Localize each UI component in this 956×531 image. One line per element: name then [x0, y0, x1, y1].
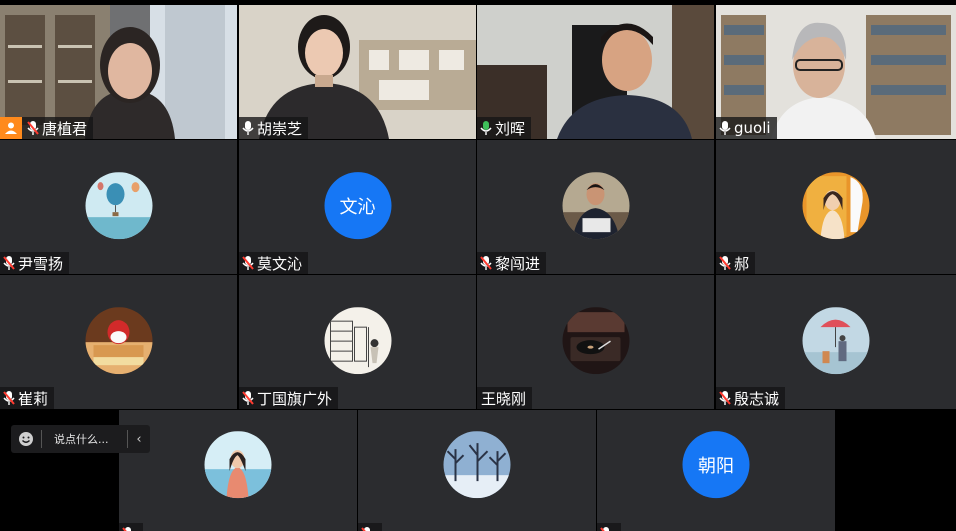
- participant-name: guoli: [734, 119, 771, 137]
- mic-icon: [242, 121, 254, 135]
- mic-muted-icon: [361, 527, 370, 531]
- participant-name-tag: 郝: [716, 252, 756, 274]
- chevron-left-icon[interactable]: ‹: [128, 432, 150, 447]
- participant-name-tag: 殷志诚: [716, 387, 786, 409]
- participant-name-tag: 丁国旗广外: [239, 387, 339, 409]
- mic-muted-icon: [719, 256, 731, 270]
- participant-tile[interactable]: 文沁 莫文沁: [239, 140, 476, 274]
- participant-name-tag: 黎闯进: [477, 252, 547, 274]
- participant-tile[interactable]: 郝: [716, 140, 956, 274]
- participant-name-tag: [358, 523, 382, 531]
- participant-tile[interactable]: 尹雪扬: [0, 140, 237, 274]
- participant-name: 王晓刚: [481, 389, 527, 408]
- participant-name: 莫文沁: [257, 254, 303, 273]
- participant-name-tag: [597, 523, 621, 531]
- chat-bar[interactable]: 说点什么... ‹: [11, 425, 150, 453]
- avatar-umbrella-painting: [802, 307, 870, 375]
- participant-name-tag: 刘晖: [477, 117, 532, 139]
- participant-name-tag: 莫文沁: [239, 252, 309, 274]
- participant-tile[interactable]: [358, 410, 596, 531]
- participant-tile[interactable]: 崔莉: [0, 275, 237, 409]
- avatar-turntable: [562, 307, 629, 375]
- participant-name-tag: [119, 523, 143, 531]
- participant-name-tag: 唐植君: [0, 117, 94, 139]
- participant-name: 丁国旗广外: [257, 389, 333, 408]
- avatar-sketch-library: [324, 307, 391, 375]
- host-person-icon: [0, 117, 22, 139]
- participant-name: 唐植君: [42, 119, 88, 138]
- mic-muted-icon: [480, 256, 492, 270]
- text-avatar: 朝阳: [682, 431, 750, 499]
- participant-name: 崔莉: [18, 389, 49, 408]
- participant-name-tag: 王晓刚: [477, 387, 533, 409]
- participant-tile[interactable]: 黎闯进: [477, 140, 714, 274]
- participant-tile[interactable]: 王晓刚: [477, 275, 714, 409]
- participant-name: 尹雪扬: [18, 254, 64, 273]
- participant-name: 黎闯进: [495, 254, 541, 273]
- mic-muted-icon: [242, 391, 254, 405]
- avatar-girl-seaside: [204, 431, 272, 499]
- participant-tile[interactable]: 朝阳: [597, 410, 835, 531]
- mic-muted-icon: [27, 121, 39, 135]
- participant-name-tag: guoli: [716, 117, 777, 139]
- avatar-man-at-laptop: [562, 172, 629, 240]
- participant-name-tag: 尹雪扬: [0, 252, 70, 274]
- participant-name: 殷志诚: [734, 389, 780, 408]
- mic-muted-icon: [122, 527, 131, 531]
- mic-muted-icon: [242, 256, 254, 270]
- avatar-strawberry-cake: [85, 307, 152, 375]
- mic-muted-icon: [3, 256, 15, 270]
- avatar-hot-air-balloon: [85, 172, 152, 240]
- participant-tile[interactable]: 殷志诚: [716, 275, 956, 409]
- participant-tile[interactable]: 丁国旗广外: [239, 275, 476, 409]
- mic-muted-icon: [3, 391, 15, 405]
- participant-tile[interactable]: 唐植君: [0, 5, 237, 139]
- participant-name: 郝: [734, 254, 750, 273]
- participant-name-tag: 胡崇芝: [239, 117, 309, 139]
- avatar-girl-portrait: [802, 172, 870, 240]
- participant-tile[interactable]: 胡崇芝: [239, 5, 476, 139]
- mic-icon: [719, 121, 731, 135]
- avatar-snowy-trees: [443, 431, 511, 499]
- participant-name: 刘晖: [495, 119, 526, 138]
- participant-tile-speaking[interactable]: 刘晖: [477, 5, 714, 139]
- participant-name-tag: 崔莉: [0, 387, 55, 409]
- smiley-icon[interactable]: [11, 431, 41, 447]
- mic-muted-icon: [719, 391, 731, 405]
- mic-active-icon: [480, 121, 492, 135]
- participant-tile[interactable]: guoli: [716, 5, 956, 139]
- chat-input[interactable]: 说点什么...: [42, 431, 127, 447]
- participant-tile[interactable]: [119, 410, 357, 531]
- participant-name: 胡崇芝: [257, 119, 303, 138]
- mic-muted-icon: [600, 527, 609, 531]
- text-avatar: 文沁: [324, 172, 391, 240]
